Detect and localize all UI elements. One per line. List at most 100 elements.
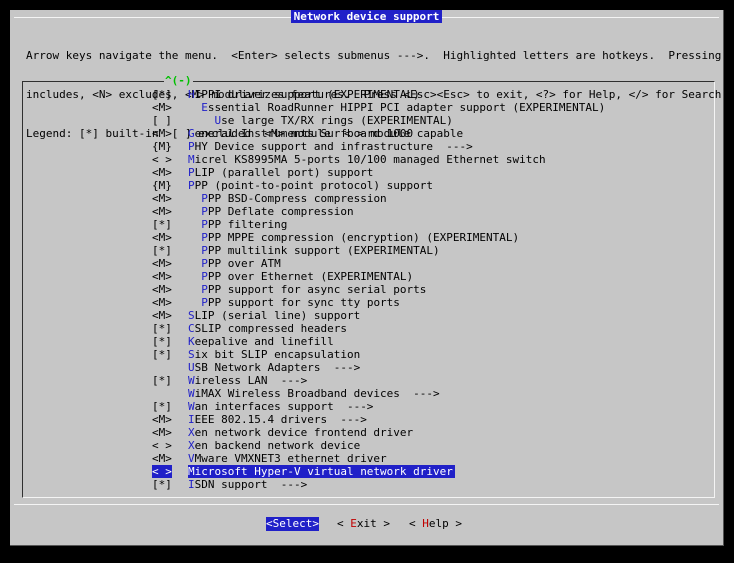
menu-item[interactable]: <M> PLIP (parallel port) support	[23, 166, 714, 179]
menu-item-label: HIPPI driver support (EXPERIMENTAL)	[188, 88, 420, 101]
menu-item-state[interactable]: < >	[152, 439, 172, 452]
menu-item-state[interactable]: [*]	[152, 244, 172, 257]
menu-item-label: Micrel KS8995MA 5-ports 10/100 managed E…	[188, 153, 546, 166]
menu-item[interactable]: [*] Wireless LAN --->	[23, 374, 714, 387]
menu-item-label: Xen backend network device	[188, 439, 361, 452]
menu-item-hotkey: P	[201, 205, 208, 218]
menu-item-hotkey: G	[188, 127, 195, 140]
menu-item-label: WiMAX Wireless Broadband devices --->	[188, 387, 440, 400]
menu-item[interactable]: <M> Essential RoadRunner HIPPI PCI adapt…	[23, 101, 714, 114]
menu-item-hotkey: W	[188, 374, 195, 387]
menu-item-state[interactable]: <M>	[152, 270, 172, 283]
menu-item-hotkey: U	[214, 114, 222, 127]
menu-item-state[interactable]: <M>	[152, 413, 172, 426]
menu-item-label: Essential RoadRunner HIPPI PCI adapter s…	[201, 101, 606, 114]
help-button[interactable]: < Help >	[409, 517, 462, 531]
menu-item-label: USB Network Adapters --->	[188, 361, 361, 374]
menu-item-hotkey: H	[188, 88, 195, 101]
menu-item[interactable]: [*] CSLIP compressed headers	[23, 322, 714, 335]
menu-item-label: Use large TX/RX rings (EXPERIMENTAL)	[214, 114, 453, 127]
menu-item-label: PPP MPPE compression (encryption) (EXPER…	[201, 231, 520, 244]
menu-item-state[interactable]: < >	[152, 465, 172, 478]
menu-item-label: IEEE 802.15.4 drivers --->	[188, 413, 367, 426]
menu-item[interactable]: [*] PPP multilink support (EXPERIMENTAL)	[23, 244, 714, 257]
menu-item-state[interactable]: < >	[152, 153, 172, 166]
menu-item[interactable]: {M} PPP (point-to-point protocol) support	[23, 179, 714, 192]
menu-item[interactable]: [*] HIPPI driver support (EXPERIMENTAL)	[23, 88, 714, 101]
menu-item[interactable]: <M> PPP support for sync tty ports	[23, 296, 714, 309]
menu-item-label: PPP support for async serial ports	[201, 283, 427, 296]
menu-item[interactable]: <M> PPP support for async serial ports	[23, 283, 714, 296]
menu-item-hotkey: P	[188, 179, 195, 192]
menu-item-hotkey: S	[188, 309, 195, 322]
menu-item-state[interactable]: <M>	[152, 192, 172, 205]
menu-item-state[interactable]: <M>	[152, 452, 172, 465]
menu-item-state[interactable]: <M>	[152, 166, 172, 179]
menu-item[interactable]: [*] Wan interfaces support --->	[23, 400, 714, 413]
menu-item[interactable]: USB Network Adapters --->	[23, 361, 714, 374]
menu-item[interactable]: [*] ISDN support --->	[23, 478, 714, 491]
menu-item[interactable]: <M> IEEE 802.15.4 drivers --->	[23, 413, 714, 426]
menu-item[interactable]: < > Microsoft Hyper-V virtual network dri…	[23, 465, 714, 478]
menu-item-state[interactable]: <M>	[152, 296, 172, 309]
menu-item-label: VMware VMXNET3 ethernet driver	[188, 452, 387, 465]
menu-item-hotkey: S	[188, 348, 195, 361]
menu-item-state[interactable]: [*]	[152, 374, 172, 387]
menu-item-hotkey: V	[188, 452, 195, 465]
menu-item[interactable]: <M> PPP over ATM	[23, 257, 714, 270]
exit-button[interactable]: < Exit >	[337, 517, 390, 531]
menu-item[interactable]: {M} PHY Device support and infrastructure…	[23, 140, 714, 153]
menu-item-state[interactable]: <M>	[152, 257, 172, 270]
menu-item-label: PPP over Ethernet (EXPERIMENTAL)	[201, 270, 414, 283]
menu-item[interactable]: <M> Xen network device frontend driver	[23, 426, 714, 439]
menu-item-state[interactable]: <M>	[152, 127, 172, 140]
menu-item-hotkey: P	[188, 166, 195, 179]
menu-item-hotkey: P	[201, 192, 208, 205]
menu-item-state[interactable]: <M>	[152, 309, 172, 322]
menu-item-state[interactable]: <M>	[152, 101, 172, 114]
menu-item-state[interactable]: [ ]	[152, 114, 172, 127]
terminal-screen: Network device support Arrow keys naviga…	[0, 0, 734, 563]
menu-item[interactable]: <M> VMware VMXNET3 ethernet driver	[23, 452, 714, 465]
menu-item-state[interactable]: [*]	[152, 478, 172, 491]
menu-item-hotkey: X	[188, 426, 195, 439]
menu-item-hotkey: X	[188, 439, 195, 452]
menu-item-label: CSLIP compressed headers	[188, 322, 347, 335]
menu-item-hotkey: I	[188, 478, 195, 491]
menu-item-label: PPP filtering	[201, 218, 288, 231]
menu-item-state[interactable]: [*]	[152, 348, 172, 361]
menu-item-label: Wireless LAN --->	[188, 374, 308, 387]
menu-item[interactable]: <M> PPP over Ethernet (EXPERIMENTAL)	[23, 270, 714, 283]
menu-item-hotkey: P	[201, 244, 208, 257]
menu-list-box[interactable]: ^(-) [*] HIPPI driver support (EXPERIMENT…	[22, 74, 715, 498]
menu-item[interactable]: [*] Six bit SLIP encapsulation	[23, 348, 714, 361]
menu-item[interactable]: WiMAX Wireless Broadband devices --->	[23, 387, 714, 400]
menu-item-state[interactable]: [*]	[152, 218, 172, 231]
menu-item-state[interactable]: [*]	[152, 400, 172, 413]
menu-item-label: Xen network device frontend driver	[188, 426, 414, 439]
menu-item[interactable]: <M> SLIP (serial line) support	[23, 309, 714, 322]
dialog-title: Network device support	[10, 10, 723, 24]
menu-item-state[interactable]: <M>	[152, 205, 172, 218]
menu-item-state[interactable]: [*]	[152, 322, 172, 335]
menu-item[interactable]: [*] Keepalive and linefill	[23, 335, 714, 348]
menu-item[interactable]: <M> PPP MPPE compression (encryption) (E…	[23, 231, 714, 244]
menu-item[interactable]: <M> General Instruments Surfboard 1000	[23, 127, 714, 140]
menu-item[interactable]: < > Micrel KS8995MA 5-ports 10/100 manage…	[23, 153, 714, 166]
menu-item-state[interactable]: <M>	[152, 283, 172, 296]
menu-item-hotkey: P	[201, 270, 208, 283]
menu-item[interactable]: [ ] Use large TX/RX rings (EXPERIMENTAL)	[23, 114, 714, 127]
menu-item[interactable]: < > Xen backend network device	[23, 439, 714, 452]
menu-item[interactable]: [*] PPP filtering	[23, 218, 714, 231]
menu-item[interactable]: <M> PPP Deflate compression	[23, 205, 714, 218]
menu-item-state[interactable]: {M}	[152, 179, 172, 192]
button-separator	[14, 504, 719, 505]
menu-item-state[interactable]: {M}	[152, 140, 172, 153]
menu-item-state[interactable]: [*]	[152, 335, 172, 348]
menu-item-state[interactable]: <M>	[152, 426, 172, 439]
menu-item-hotkey: W	[188, 387, 195, 400]
menu-item-state[interactable]: <M>	[152, 231, 172, 244]
select-button[interactable]: <Select>	[266, 517, 319, 531]
menu-item[interactable]: <M> PPP BSD-Compress compression	[23, 192, 714, 205]
menu-item-state[interactable]: [*]	[152, 88, 172, 101]
